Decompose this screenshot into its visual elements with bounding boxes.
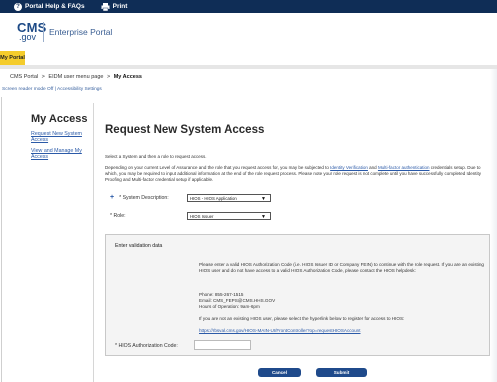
system-description-row: + * System Description: <box>110 194 169 201</box>
sidebar-divider <box>93 103 94 382</box>
page: ? Portal Help & FAQs Print CMS .gov Ente… <box>0 0 497 382</box>
tab-strip: My Portal <box>0 51 497 65</box>
helpdesk-hours: Hours of Operation: 9am-6pm <box>199 304 260 309</box>
utility-bar: ? Portal Help & FAQs Print <box>0 0 497 13</box>
auth-code-label: * HIOS Authorization Code: <box>115 343 178 349</box>
assurance-notice: Depending on your current Level of Assur… <box>105 165 493 183</box>
help-icon: ? <box>14 2 22 11</box>
dropdown-arrow-icon: ▼ <box>261 214 266 220</box>
system-description-value: HIOS - HIOS Application <box>190 195 237 201</box>
role-select[interactable]: HIOS Issuer ▼ <box>187 212 271 220</box>
print-link[interactable]: Print <box>101 2 128 11</box>
breadcrumb: CMS Portal > EIDM user menu page > My Ac… <box>10 74 142 80</box>
mfa-link[interactable]: Multi-factor authentication <box>378 165 430 170</box>
page-left-border <box>1 97 2 382</box>
not-existing-user-note: If you are not an existing HIOS user, pl… <box>199 316 405 321</box>
print-label: Print <box>112 3 128 10</box>
assurance-text-b: and <box>367 165 378 170</box>
page-title: Request New System Access <box>105 124 265 136</box>
breadcrumb-separator: > <box>106 74 111 80</box>
portal-help-link[interactable]: ? Portal Help & FAQs <box>14 2 85 11</box>
sidebar-link-manage-access[interactable]: View and Manage My Access <box>31 148 91 161</box>
submit-button[interactable]: Submit <box>316 368 367 377</box>
add-icon: + <box>110 194 115 201</box>
breadcrumb-separator: > <box>41 74 45 80</box>
hios-register-link[interactable]: https://rbsval.cms.gov/HIOS-MAIN-UI/Fron… <box>199 328 484 334</box>
sidebar-title: My Access <box>31 113 88 125</box>
sidebar-link-request-access[interactable]: Request New System Access <box>31 131 86 144</box>
logo-divider <box>43 22 44 42</box>
accessibility-settings-link[interactable]: Screen reader mode Off | Accessibility S… <box>2 87 102 92</box>
breadcrumb-current: My Access <box>113 74 142 80</box>
role-label: * Role: <box>110 213 126 219</box>
breadcrumb-eidm-menu[interactable]: EIDM user menu page <box>48 74 103 80</box>
breadcrumb-cms-portal[interactable]: CMS Portal <box>10 74 38 80</box>
site-header: CMS .gov Enterprise Portal <box>0 13 497 50</box>
validation-panel: Enter validation data Please enter a val… <box>105 234 490 356</box>
system-description-select[interactable]: HIOS - HIOS Application ▼ <box>187 194 271 202</box>
validation-instructions: Please enter a valid HIOS Authorization … <box>199 262 484 274</box>
dropdown-arrow-icon: ▼ <box>261 196 266 202</box>
identity-verification-link[interactable]: Identity Verification <box>330 165 368 170</box>
portal-title: Enterprise Portal <box>49 27 113 37</box>
tab-my-portal[interactable]: My Portal <box>0 51 25 65</box>
validation-title: Enter validation data <box>115 243 163 249</box>
page-edge-shadow <box>490 69 497 382</box>
printer-icon <box>101 2 110 11</box>
auth-code-input[interactable] <box>194 340 251 350</box>
cancel-button[interactable]: Cancel <box>258 368 301 377</box>
intro-text: Select a System and then a role to reque… <box>105 154 207 159</box>
nav-divider <box>0 65 497 69</box>
assurance-text-a: Depending on your current Level of Assur… <box>105 165 331 170</box>
role-row: * Role: <box>110 213 126 219</box>
portal-help-label: Portal Help & FAQs <box>25 3 85 10</box>
role-value: HIOS Issuer <box>190 213 214 219</box>
system-description-label: * System Description: <box>119 194 169 201</box>
